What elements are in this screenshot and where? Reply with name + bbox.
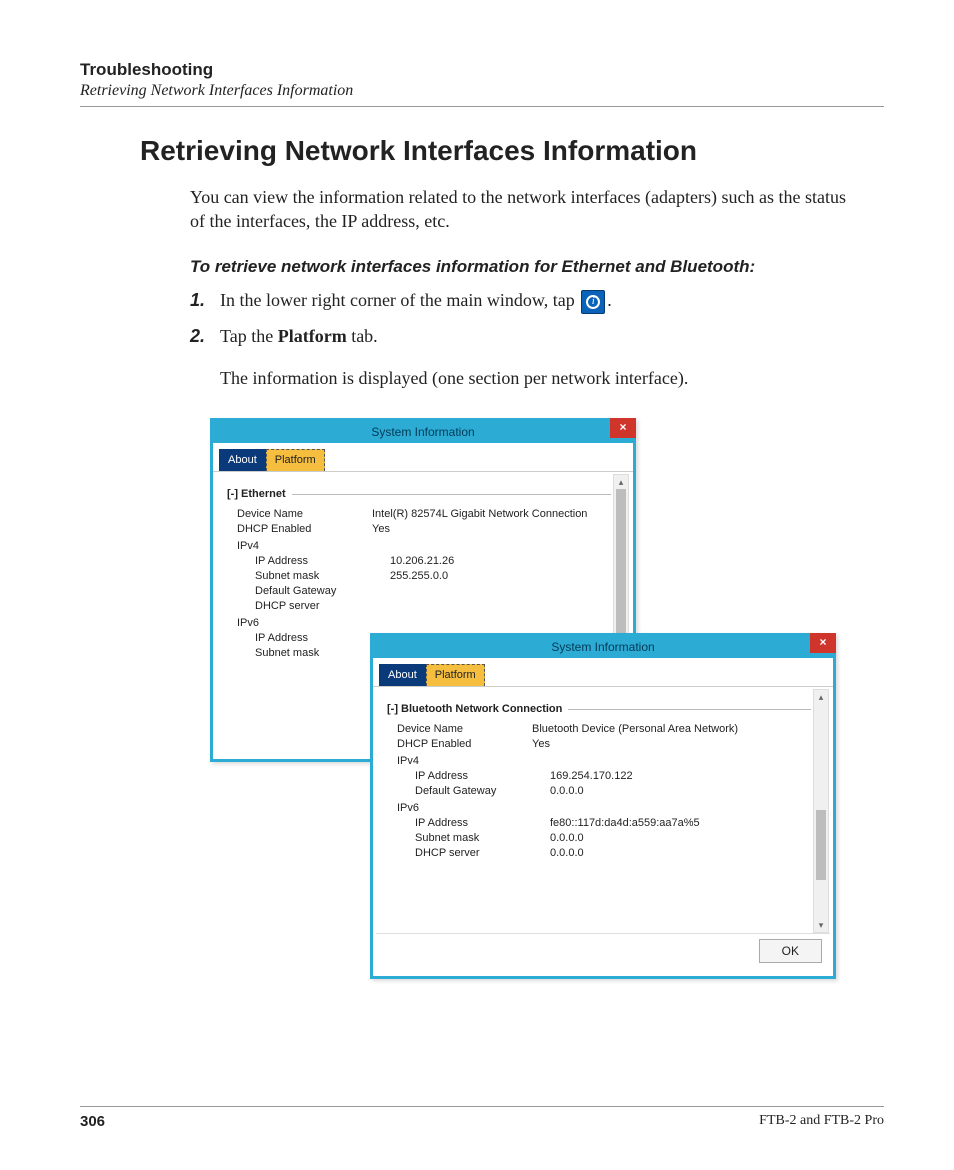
- close-button[interactable]: ×: [610, 418, 636, 438]
- label-ipv4-dhcpserver: DHCP server: [255, 600, 390, 612]
- document-name: FTB-2 and FTB-2 Pro: [759, 1113, 884, 1130]
- scroll-thumb[interactable]: [616, 489, 626, 649]
- label-ipv4-ip: IP Address: [255, 555, 390, 567]
- system-information-window-bluetooth: System Information × About Platform [-] …: [370, 633, 836, 979]
- page-number: 306: [80, 1113, 105, 1130]
- window-title: System Information: [551, 640, 654, 654]
- value-dhcpserver: 0.0.0.0: [550, 847, 811, 859]
- intro-paragraph: You can view the information related to …: [190, 185, 864, 234]
- value-device-name: Bluetooth Device (Personal Area Network): [532, 723, 811, 735]
- value-ipv6-ip: fe80::117d:da4d:a559:aa7a%5: [550, 817, 811, 829]
- label-device-name: Device Name: [237, 508, 372, 520]
- step-number-2: 2.: [190, 324, 220, 348]
- section-ethernet[interactable]: [-] Ethernet: [227, 488, 611, 500]
- header-divider: [80, 106, 884, 107]
- scroll-up-icon[interactable]: ▴: [614, 475, 628, 489]
- scroll-down-icon[interactable]: ▾: [814, 918, 828, 932]
- value-dhcp-enabled: Yes: [532, 738, 811, 750]
- procedure-heading: To retrieve network interfaces informati…: [190, 256, 864, 278]
- label-device-name: Device Name: [397, 723, 532, 735]
- tab-about[interactable]: About: [219, 449, 266, 471]
- value-ipv4-ip: 10.206.21.26: [390, 555, 611, 567]
- scroll-up-icon[interactable]: ▴: [814, 690, 828, 704]
- value-device-name: Intel(R) 82574L Gigabit Network Connecti…: [372, 508, 611, 520]
- section-bluetooth[interactable]: [-] Bluetooth Network Connection: [387, 703, 811, 715]
- running-header-chapter: Troubleshooting: [80, 60, 884, 80]
- tab-platform[interactable]: Platform: [426, 664, 485, 686]
- group-ipv6: IPv6: [397, 802, 811, 814]
- tab-about[interactable]: About: [379, 664, 426, 686]
- window-title: System Information: [371, 425, 474, 439]
- label-dhcp-enabled: DHCP Enabled: [397, 738, 532, 750]
- value-dhcp-enabled: Yes: [372, 523, 611, 535]
- label-dhcpserver: DHCP server: [415, 847, 550, 859]
- value-ipv4-gateway: 0.0.0.0: [550, 785, 811, 797]
- window-titlebar[interactable]: System Information ×: [213, 421, 633, 443]
- value-ipv4-mask: 255.255.0.0: [390, 570, 611, 582]
- label-ipv4-gateway: Default Gateway: [255, 585, 390, 597]
- page-title: Retrieving Network Interfaces Informatio…: [140, 135, 884, 167]
- label-ipv4-ip: IP Address: [415, 770, 550, 782]
- result-paragraph: The information is displayed (one sectio…: [220, 366, 864, 390]
- label-ipv4-mask: Subnet mask: [255, 570, 390, 582]
- step-1-text: In the lower right corner of the main wi…: [220, 288, 864, 314]
- close-button[interactable]: ×: [810, 633, 836, 653]
- step-number-1: 1.: [190, 288, 220, 314]
- group-ipv4: IPv4: [397, 755, 811, 767]
- running-header-section: Retrieving Network Interfaces Informatio…: [80, 82, 884, 100]
- group-ipv6: IPv6: [237, 617, 611, 629]
- footer-divider: [80, 1106, 884, 1107]
- label-ipv6-ip: IP Address: [415, 817, 550, 829]
- label-ipv6-mask: Subnet mask: [415, 832, 550, 844]
- info-icon: [581, 290, 605, 314]
- tab-platform[interactable]: Platform: [266, 449, 325, 471]
- window-titlebar[interactable]: System Information ×: [373, 636, 833, 658]
- scroll-thumb[interactable]: [816, 810, 826, 880]
- scrollbar[interactable]: ▴ ▾: [813, 689, 829, 933]
- group-ipv4: IPv4: [237, 540, 611, 552]
- step-2-text: Tap the Platform tab.: [220, 324, 864, 348]
- label-dhcp-enabled: DHCP Enabled: [237, 523, 372, 535]
- label-ipv4-gateway: Default Gateway: [415, 785, 550, 797]
- value-ipv4-ip: 169.254.170.122: [550, 770, 811, 782]
- ok-button[interactable]: OK: [759, 939, 822, 963]
- value-ipv6-mask: 0.0.0.0: [550, 832, 811, 844]
